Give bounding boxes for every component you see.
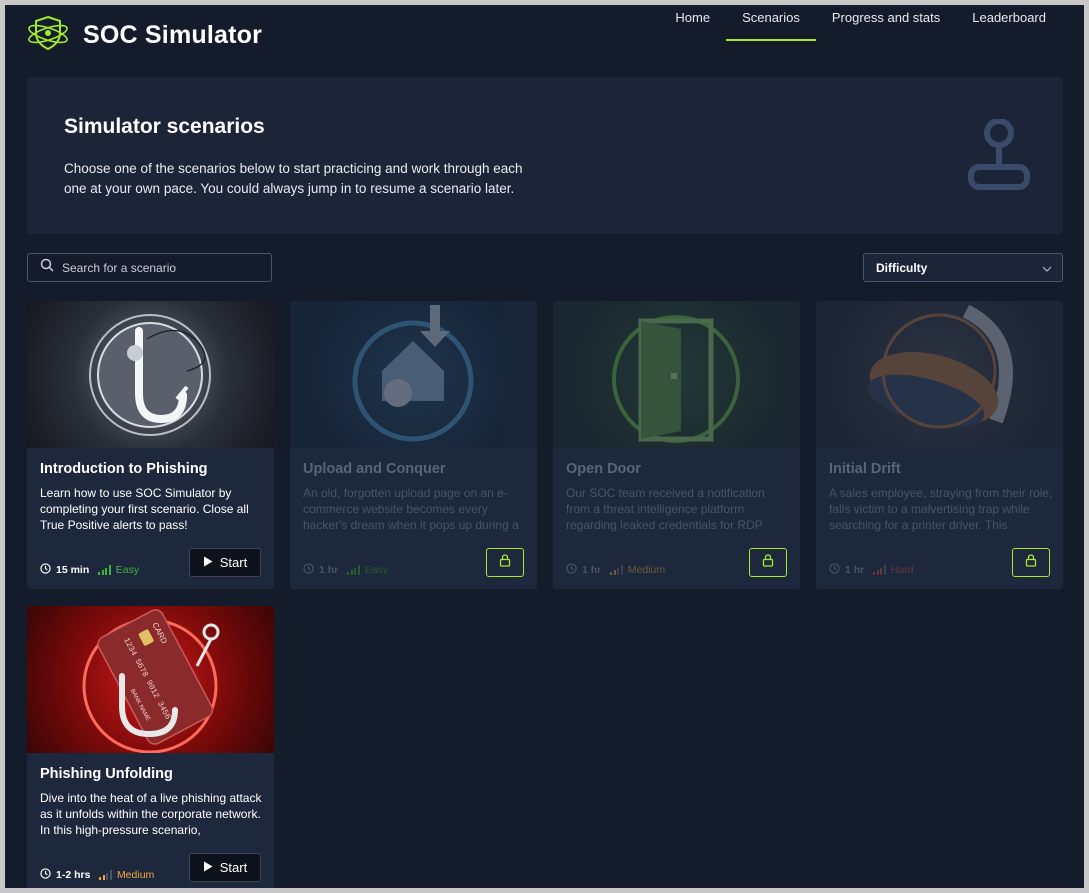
difficulty-bars-icon <box>98 565 111 575</box>
nav-home[interactable]: Home <box>659 5 726 41</box>
shield-logo-icon <box>25 13 71 58</box>
play-icon <box>203 860 213 875</box>
scenario-description: An old, forgotten upload page on an e-co… <box>303 486 519 532</box>
search-box <box>27 253 272 282</box>
scenario-title: Initial Drift <box>829 461 901 477</box>
scenario-card-initial-drift[interactable]: Initial Drift A sales employee, straying… <box>816 301 1063 589</box>
page-description: Choose one of the scenarios below to sta… <box>64 161 523 196</box>
scenario-image <box>27 301 274 448</box>
app-window: SOC Simulator Home Scenarios Progress an… <box>5 5 1084 888</box>
search-input[interactable] <box>62 260 252 275</box>
difficulty-bars-icon <box>610 565 623 575</box>
scenario-image: CARD 1234 5678 9012 3456 BANK NAME <box>27 606 274 754</box>
scenario-title: Upload and Conquer <box>303 461 446 477</box>
difficulty-bars-icon <box>873 565 886 575</box>
lock-icon <box>1025 553 1037 572</box>
difficulty-bars-icon <box>347 565 360 575</box>
search-icon <box>40 258 54 277</box>
clock-icon <box>40 563 51 577</box>
difficulty-filter-label: Difficulty <box>876 260 928 275</box>
scenario-card-phishing-unfolding[interactable]: CARD 1234 5678 9012 3456 BANK NAME Phish… <box>27 606 274 888</box>
difficulty-bars-icon <box>99 870 112 880</box>
scenario-description: Dive into the heat of a live phishing at… <box>40 791 262 837</box>
scenario-difficulty: Medium <box>627 564 666 576</box>
scenario-difficulty: Easy <box>115 564 140 576</box>
app-title: SOC Simulator <box>83 21 263 49</box>
start-button-label: Start <box>219 860 248 875</box>
hero-banner: Simulator scenarios Choose one of the sc… <box>27 77 1063 234</box>
clock-icon <box>566 563 577 577</box>
scenario-difficulty: Medium <box>116 869 155 881</box>
joystick-icon <box>967 118 1031 198</box>
scenario-description: A sales employee, straying from their ro… <box>829 486 1053 532</box>
play-icon <box>203 555 213 570</box>
top-header: SOC Simulator Home Scenarios Progress an… <box>5 5 1084 55</box>
scenario-image <box>816 301 1063 448</box>
scenario-title: Open Door <box>566 461 641 477</box>
lock-icon <box>762 553 774 572</box>
lock-icon <box>499 553 511 572</box>
scenario-title: Phishing Unfolding <box>40 766 173 782</box>
scenario-image <box>553 301 800 448</box>
scenario-card-introduction-to-phishing[interactable]: Introduction to Phishing Learn how to us… <box>27 301 274 589</box>
scenario-difficulty: Easy <box>364 564 389 576</box>
main-nav: Home Scenarios Progress and stats Leader… <box>659 5 1062 41</box>
difficulty-filter[interactable]: Difficulty <box>863 253 1063 282</box>
scenario-title: Introduction to Phishing <box>40 461 208 477</box>
page-title: Simulator scenarios <box>64 115 265 138</box>
start-button[interactable]: Start <box>189 548 261 577</box>
start-button-label: Start <box>219 555 248 570</box>
scenario-description: Learn how to use SOC Simulator by comple… <box>40 486 249 532</box>
scenario-image <box>290 301 537 448</box>
scenario-card-open-door[interactable]: Open Door Our SOC team received a notifi… <box>553 301 800 589</box>
clock-icon <box>829 563 840 577</box>
start-button[interactable]: Start <box>189 853 261 882</box>
logo[interactable]: SOC Simulator <box>25 13 262 58</box>
scenario-duration: 1 hr <box>319 564 339 576</box>
scenario-difficulty: Hard <box>890 564 914 576</box>
clock-icon <box>303 563 314 577</box>
scenario-card-upload-and-conquer[interactable]: Upload and Conquer An old, forgotten upl… <box>290 301 537 589</box>
scenario-duration: 15 min <box>56 564 90 576</box>
scenario-description: Our SOC team received a notification fro… <box>566 486 765 532</box>
chevron-down-icon <box>1042 261 1052 275</box>
scenario-duration: 1 hr <box>845 564 865 576</box>
scenario-duration: 1-2 hrs <box>56 869 91 881</box>
nav-progress-and-stats[interactable]: Progress and stats <box>816 5 956 41</box>
locked-button[interactable] <box>1012 548 1050 577</box>
locked-button[interactable] <box>486 548 524 577</box>
clock-icon <box>40 868 51 882</box>
scenario-duration: 1 hr <box>582 564 602 576</box>
locked-button[interactable] <box>749 548 787 577</box>
nav-leaderboard[interactable]: Leaderboard <box>956 5 1062 41</box>
nav-scenarios[interactable]: Scenarios <box>726 5 816 41</box>
